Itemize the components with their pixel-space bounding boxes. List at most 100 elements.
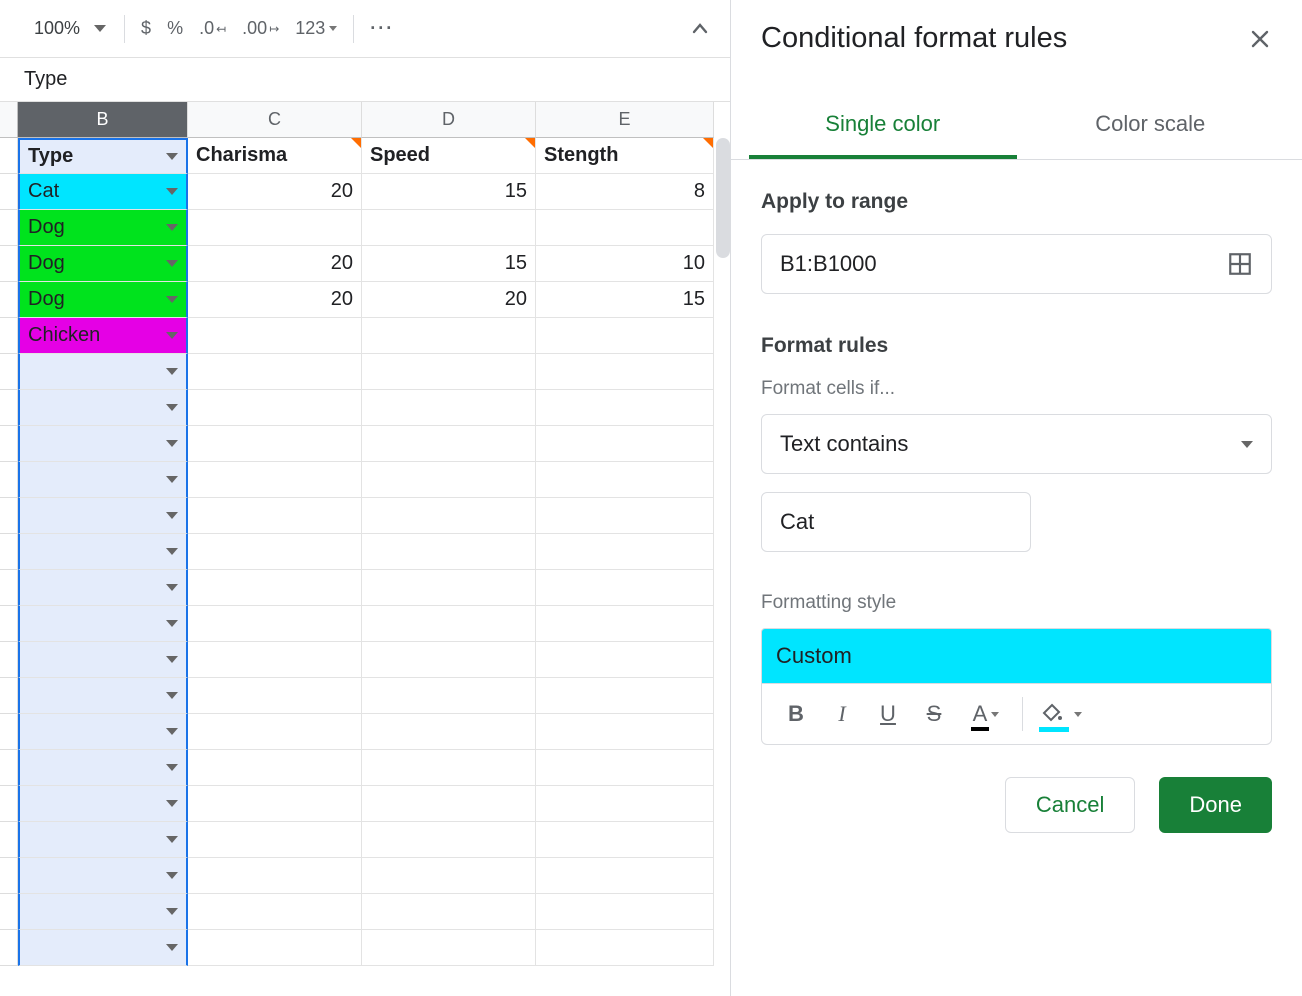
cell[interactable]	[18, 606, 188, 642]
dropdown-icon[interactable]	[166, 944, 178, 951]
collapse-toolbar-button[interactable]	[682, 11, 718, 47]
row-header[interactable]	[0, 174, 18, 210]
column-header-c[interactable]: C	[188, 102, 362, 138]
increase-decimal-button[interactable]: .00 ↦	[234, 11, 287, 47]
cell[interactable]	[18, 714, 188, 750]
dropdown-icon[interactable]	[166, 476, 178, 483]
cell[interactable]	[362, 606, 536, 642]
cell[interactable]	[536, 786, 714, 822]
cell[interactable]: 20	[188, 174, 362, 210]
row-header[interactable]	[0, 570, 18, 606]
cell[interactable]	[362, 714, 536, 750]
cell[interactable]	[536, 462, 714, 498]
cell[interactable]	[188, 606, 362, 642]
cell[interactable]	[362, 534, 536, 570]
strikethrough-button[interactable]: S	[912, 692, 956, 736]
zoom-selector[interactable]: 100%	[12, 18, 116, 39]
row-header[interactable]	[0, 138, 18, 174]
row-header[interactable]	[0, 858, 18, 894]
cell[interactable]	[536, 606, 714, 642]
cell[interactable]	[18, 570, 188, 606]
cell[interactable]	[18, 498, 188, 534]
cell[interactable]	[362, 426, 536, 462]
row-header[interactable]	[0, 642, 18, 678]
dropdown-icon[interactable]	[166, 656, 178, 663]
grid-icon[interactable]	[1227, 251, 1253, 277]
column-header-b[interactable]: B	[18, 102, 188, 138]
cell[interactable]: 20	[362, 282, 536, 318]
vertical-scrollbar[interactable]	[716, 138, 730, 258]
cell[interactable]	[362, 462, 536, 498]
dropdown-icon[interactable]	[166, 368, 178, 375]
dropdown-icon[interactable]	[166, 404, 178, 411]
cell[interactable]	[188, 570, 362, 606]
cell[interactable]	[362, 930, 536, 966]
dropdown-icon[interactable]	[166, 296, 178, 303]
row-header[interactable]	[0, 750, 18, 786]
row-header[interactable]	[0, 606, 18, 642]
cell[interactable]	[362, 642, 536, 678]
cell[interactable]	[18, 534, 188, 570]
row-header[interactable]	[0, 426, 18, 462]
cell[interactable]: 8	[536, 174, 714, 210]
dropdown-icon[interactable]	[166, 260, 178, 267]
cell[interactable]: Charisma	[188, 138, 362, 174]
cell[interactable]: 15	[362, 246, 536, 282]
row-header[interactable]	[0, 210, 18, 246]
cell[interactable]	[18, 390, 188, 426]
cell[interactable]	[188, 642, 362, 678]
cell[interactable]: 10	[536, 246, 714, 282]
dropdown-icon[interactable]	[166, 620, 178, 627]
cell[interactable]	[188, 534, 362, 570]
row-header[interactable]	[0, 462, 18, 498]
cell[interactable]	[188, 858, 362, 894]
cell[interactable]	[18, 894, 188, 930]
cell[interactable]	[188, 498, 362, 534]
dropdown-icon[interactable]	[166, 332, 178, 339]
dropdown-icon[interactable]	[166, 153, 178, 160]
close-button[interactable]	[1248, 27, 1272, 51]
more-button[interactable]: ···	[362, 11, 402, 47]
done-button[interactable]: Done	[1159, 777, 1272, 833]
cell[interactable]	[188, 678, 362, 714]
cell[interactable]	[536, 534, 714, 570]
row-header[interactable]	[0, 282, 18, 318]
cell[interactable]	[362, 858, 536, 894]
dropdown-icon[interactable]	[166, 800, 178, 807]
cell[interactable]	[188, 822, 362, 858]
dropdown-icon[interactable]	[166, 512, 178, 519]
cell[interactable]	[536, 822, 714, 858]
cell[interactable]: 15	[362, 174, 536, 210]
cell[interactable]: 20	[188, 282, 362, 318]
cell[interactable]: Chicken	[18, 318, 188, 354]
tab-color-scale[interactable]: Color scale	[1017, 93, 1285, 159]
number-format-button[interactable]: 123	[287, 11, 345, 47]
cell[interactable]	[536, 894, 714, 930]
cell[interactable]	[18, 786, 188, 822]
format-percent-button[interactable]: %	[159, 11, 191, 47]
cell[interactable]	[18, 678, 188, 714]
cell[interactable]	[188, 354, 362, 390]
row-header[interactable]	[0, 318, 18, 354]
dropdown-icon[interactable]	[166, 872, 178, 879]
cell[interactable]	[188, 894, 362, 930]
cell[interactable]	[536, 354, 714, 390]
cell[interactable]	[188, 714, 362, 750]
row-header[interactable]	[0, 930, 18, 966]
dropdown-icon[interactable]	[166, 440, 178, 447]
cell[interactable]	[362, 498, 536, 534]
row-header[interactable]	[0, 786, 18, 822]
dropdown-icon[interactable]	[166, 548, 178, 555]
decrease-decimal-button[interactable]: .0 ↤	[191, 11, 234, 47]
dropdown-icon[interactable]	[166, 908, 178, 915]
cell[interactable]	[536, 390, 714, 426]
cell[interactable]	[18, 642, 188, 678]
cell[interactable]	[536, 570, 714, 606]
row-header[interactable]	[0, 390, 18, 426]
cell[interactable]	[536, 498, 714, 534]
cell[interactable]	[362, 894, 536, 930]
cell[interactable]	[18, 354, 188, 390]
cell[interactable]: Dog	[18, 210, 188, 246]
cell[interactable]	[536, 210, 714, 246]
cell[interactable]: Stength	[536, 138, 714, 174]
